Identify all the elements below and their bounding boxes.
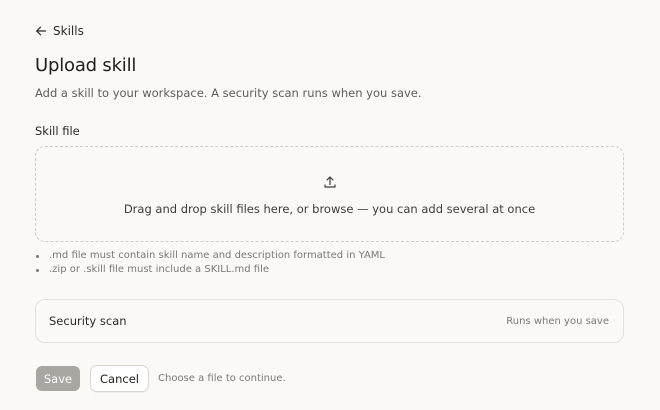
form-actions: Save Cancel Choose a file to continue. bbox=[36, 365, 286, 392]
page-subtitle: Add a skill to your workspace. A securit… bbox=[35, 86, 422, 100]
skill-file-label: Skill file bbox=[35, 124, 80, 138]
back-to-skills-link[interactable]: Skills bbox=[35, 24, 84, 38]
cancel-button[interactable]: Cancel bbox=[90, 365, 149, 392]
actions-hint: Choose a file to continue. bbox=[158, 373, 286, 384]
security-scan-title: Security scan bbox=[49, 314, 127, 328]
page-title: Upload skill bbox=[35, 55, 137, 76]
file-requirement-text: .md file must contain skill name and des… bbox=[49, 250, 385, 261]
arrow-left-icon bbox=[35, 25, 47, 37]
upload-icon bbox=[323, 174, 337, 193]
bullet-icon bbox=[36, 268, 39, 272]
bullet-icon bbox=[36, 254, 39, 258]
back-link-label: Skills bbox=[53, 24, 84, 38]
file-requirement-item: .zip or .skill file must include a SKILL… bbox=[36, 263, 385, 277]
file-requirements-list: .md file must contain skill name and des… bbox=[36, 249, 385, 277]
file-requirement-text: .zip or .skill file must include a SKILL… bbox=[49, 264, 270, 275]
security-scan-card: Security scan Runs when you save bbox=[35, 299, 624, 343]
dropzone-instructions: Drag and drop skill files here, or brows… bbox=[123, 202, 536, 216]
security-scan-status: Runs when you save bbox=[506, 315, 609, 327]
save-button[interactable]: Save bbox=[36, 366, 80, 391]
file-requirement-item: .md file must contain skill name and des… bbox=[36, 249, 385, 263]
skill-file-dropzone[interactable]: Drag and drop skill files here, or brows… bbox=[35, 146, 624, 242]
upload-skill-page: Skills Upload skill Add a skill to your … bbox=[0, 0, 660, 410]
